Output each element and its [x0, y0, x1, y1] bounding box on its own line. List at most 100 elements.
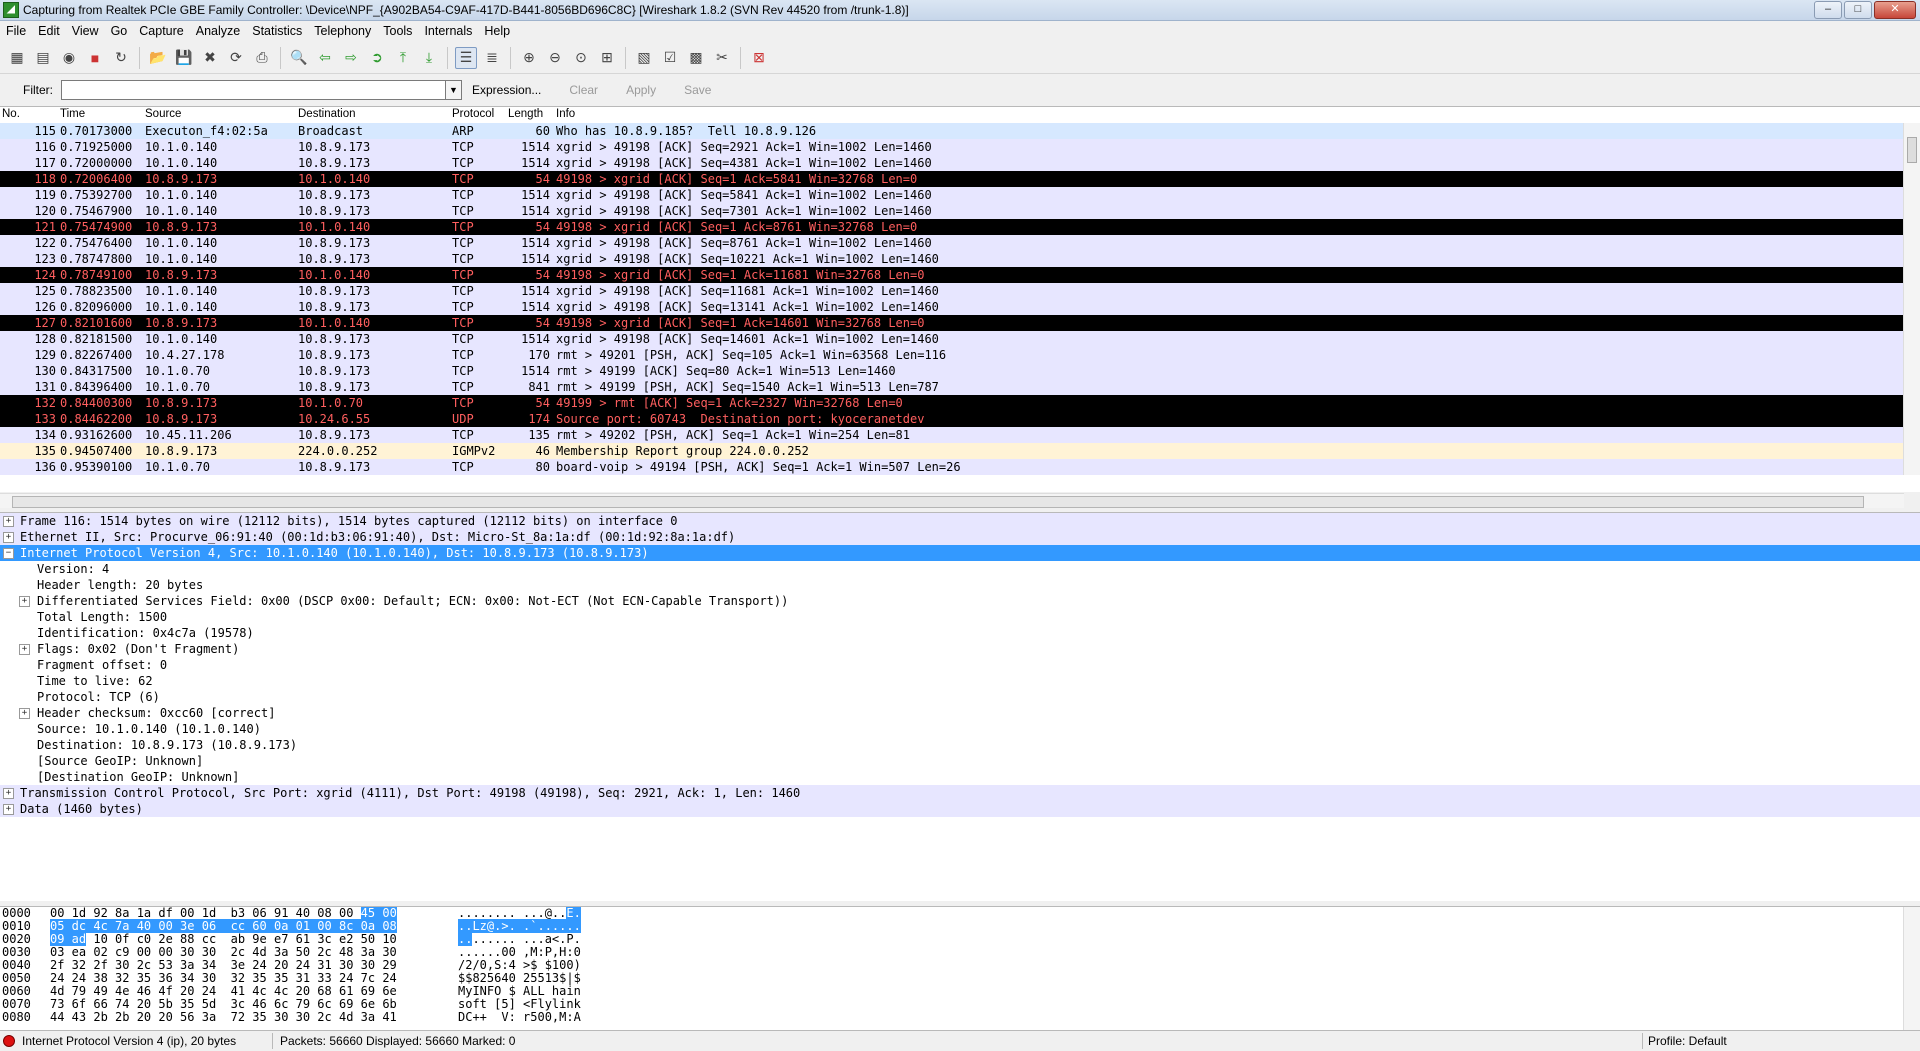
coloring-rules-icon[interactable]: ▩ [685, 47, 707, 69]
go-forward-icon[interactable]: ⇨ [340, 47, 362, 69]
interfaces-icon[interactable]: ▦ [6, 47, 28, 69]
open-file-icon[interactable]: 📂 [147, 47, 169, 69]
detail-tree-item[interactable]: Destination: 10.8.9.173 (10.8.9.173) [0, 737, 1920, 753]
menu-analyze[interactable]: Analyze [190, 24, 246, 38]
detail-tree-item[interactable]: Version: 4 [0, 561, 1920, 577]
packet-row[interactable]: 131 0.84396400 10.1.0.70 10.8.9.173 TCP 841 rm… [0, 379, 1904, 395]
packet-row[interactable]: 130 0.84317500 10.1.0.70 10.8.9.173 TCP 1514 r… [0, 363, 1904, 379]
detail-tree-item[interactable]: Identification: 0x4c7a (19578) [0, 625, 1920, 641]
packet-row[interactable]: 125 0.78823500 10.1.0.140 10.8.9.173 TCP 1514… [0, 283, 1904, 299]
menu-tools[interactable]: Tools [377, 24, 418, 38]
packet-row[interactable]: 115 0.70173000 Executon_f4:02:5a Broadcast A… [0, 123, 1904, 139]
column-header-length[interactable]: Length [508, 108, 543, 120]
find-packet-icon[interactable]: 🔍 [288, 47, 310, 69]
column-header-protocol[interactable]: Protocol [452, 108, 494, 120]
packet-row[interactable]: 128 0.82181500 10.1.0.140 10.8.9.173 TCP 1514… [0, 331, 1904, 347]
detail-tree-item[interactable]: + Header checksum: 0xcc60 [correct] [0, 705, 1920, 721]
detail-tree-item[interactable]: [Destination GeoIP: Unknown] [0, 769, 1920, 785]
expand-icon[interactable]: + [19, 644, 30, 655]
menu-capture[interactable]: Capture [133, 24, 189, 38]
packet-row[interactable]: 121 0.75474900 10.8.9.173 10.1.0.140 TCP 54 49… [0, 219, 1904, 235]
packet-row[interactable]: 116 0.71925000 10.1.0.140 10.8.9.173 TCP 1514… [0, 139, 1904, 155]
detail-tree-item[interactable]: Total Length: 1500 [0, 609, 1920, 625]
detail-tree-item[interactable]: Header length: 20 bytes [0, 577, 1920, 593]
expand-icon[interactable]: + [3, 532, 14, 543]
menu-statistics[interactable]: Statistics [246, 24, 308, 38]
menu-view[interactable]: View [66, 24, 105, 38]
clear-button[interactable]: Clear [569, 83, 598, 97]
collapse-icon[interactable]: − [3, 548, 14, 559]
capture-options-icon[interactable]: ▤ [32, 47, 54, 69]
column-header-source[interactable]: Source [145, 108, 181, 120]
menu-help[interactable]: Help [478, 24, 516, 38]
packet-row[interactable]: 120 0.75467900 10.1.0.140 10.8.9.173 TCP 1514… [0, 203, 1904, 219]
packet-row[interactable]: 129 0.82267400 10.4.27.178 10.8.9.173 TCP 170… [0, 347, 1904, 363]
packet-row[interactable]: 122 0.75476400 10.1.0.140 10.8.9.173 TCP 1514… [0, 235, 1904, 251]
packet-row[interactable]: 124 0.78749100 10.8.9.173 10.1.0.140 TCP 54 49… [0, 267, 1904, 283]
packet-row[interactable]: 126 0.82096000 10.1.0.140 10.8.9.173 TCP 1514… [0, 299, 1904, 315]
close-file-icon[interactable]: ✖ [199, 47, 221, 69]
menu-edit[interactable]: Edit [32, 24, 66, 38]
detail-tree-item[interactable]: + Flags: 0x02 (Don't Fragment) [0, 641, 1920, 657]
apply-button[interactable]: Apply [626, 83, 656, 97]
packet-row[interactable]: 135 0.94507400 10.8.9.173 224.0.0.252 IGMPv2… [0, 443, 1904, 459]
packet-row[interactable]: 118 0.72006400 10.8.9.173 10.1.0.140 TCP 54 49… [0, 171, 1904, 187]
detail-tree-item[interactable]: + Ethernet II, Src: Procurve_06:91:40 (00… [0, 529, 1920, 545]
preferences-icon[interactable]: ✂ [711, 47, 733, 69]
detail-tree-item[interactable]: Source: 10.1.0.140 (10.1.0.140) [0, 721, 1920, 737]
reload-icon[interactable]: ⟳ [225, 47, 247, 69]
detail-tree-item[interactable]: + Data (1460 bytes) [0, 801, 1920, 817]
menu-internals[interactable]: Internals [418, 24, 478, 38]
status-profile[interactable]: Profile: Default [1648, 1034, 1727, 1048]
minimize-button[interactable]: – [1814, 1, 1842, 19]
expand-icon[interactable]: + [19, 596, 30, 607]
packet-list-vertical-scrollbar[interactable] [1903, 123, 1920, 475]
capture-filters-icon[interactable]: ▧ [633, 47, 655, 69]
save-file-icon[interactable]: 💾 [173, 47, 195, 69]
start-capture-icon[interactable]: ◉ [58, 47, 80, 69]
column-header-no[interactable]: No. [2, 108, 20, 120]
zoom-in-icon[interactable]: ⊕ [518, 47, 540, 69]
filter-dropdown-icon[interactable]: ▼ [446, 80, 462, 100]
filter-input[interactable] [61, 80, 446, 100]
stop-capture-icon[interactable]: ■ [84, 47, 106, 69]
go-first-icon[interactable]: ⤒ [392, 47, 414, 69]
expand-icon[interactable]: + [3, 788, 14, 799]
detail-tree-item[interactable]: + Transmission Control Protocol, Src Port… [0, 785, 1920, 801]
expand-icon[interactable]: + [19, 708, 30, 719]
packet-row[interactable]: 117 0.72000000 10.1.0.140 10.8.9.173 TCP 1514… [0, 155, 1904, 171]
colorize-icon[interactable]: ☰ [455, 46, 477, 69]
column-header-info[interactable]: Info [556, 108, 575, 120]
packet-list-horizontal-scrollbar[interactable] [0, 493, 1904, 508]
menu-go[interactable]: Go [105, 24, 134, 38]
expand-icon[interactable]: + [3, 804, 14, 815]
help-icon[interactable]: ⊠ [748, 47, 770, 69]
go-last-icon[interactable]: ⤓ [418, 47, 440, 69]
packet-row[interactable]: 119 0.75392700 10.1.0.140 10.8.9.173 TCP 1514… [0, 187, 1904, 203]
detail-tree-item[interactable]: − Internet Protocol Version 4, Src: 10.1.… [0, 545, 1920, 561]
maximize-button[interactable]: □ [1844, 1, 1872, 19]
print-icon[interactable]: ⎙ [251, 47, 273, 69]
packet-row[interactable]: 133 0.84462200 10.8.9.173 10.24.6.55 UDP 174 S… [0, 411, 1904, 427]
detail-tree-item[interactable]: + Frame 116: 1514 bytes on wire (12112 bi… [0, 513, 1920, 529]
packet-row[interactable]: 136 0.95390100 10.1.0.70 10.8.9.173 TCP 80 boa… [0, 459, 1904, 475]
expand-icon[interactable]: + [3, 516, 14, 527]
zoom-out-icon[interactable]: ⊖ [544, 47, 566, 69]
detail-tree-item[interactable]: Protocol: TCP (6) [0, 689, 1920, 705]
menu-telephony[interactable]: Telephony [308, 24, 377, 38]
packet-row[interactable]: 123 0.78747800 10.1.0.140 10.8.9.173 TCP 1514… [0, 251, 1904, 267]
detail-tree-item[interactable]: [Source GeoIP: Unknown] [0, 753, 1920, 769]
save-filter-button[interactable]: Save [684, 83, 711, 97]
display-filters-icon[interactable]: ☑ [659, 47, 681, 69]
go-back-icon[interactable]: ⇦ [314, 47, 336, 69]
menu-file[interactable]: File [0, 24, 32, 38]
go-to-packet-icon[interactable]: ➲ [366, 47, 388, 69]
bytes-vertical-scrollbar[interactable] [1903, 907, 1920, 1030]
resize-columns-icon[interactable]: ⊞ [596, 47, 618, 69]
column-header-time[interactable]: Time [60, 108, 85, 120]
normal-size-icon[interactable]: ⊙ [570, 47, 592, 69]
detail-tree-item[interactable]: Fragment offset: 0 [0, 657, 1920, 673]
hex-row[interactable]: 0080 44 43 2b 2b 20 20 56 3a 72 35 30 30 … [0, 1011, 1920, 1024]
packet-row[interactable]: 132 0.84400300 10.8.9.173 10.1.0.70 TCP 54 491… [0, 395, 1904, 411]
packet-row[interactable]: 134 0.93162600 10.45.11.206 10.8.9.173 TCP 13… [0, 427, 1904, 443]
